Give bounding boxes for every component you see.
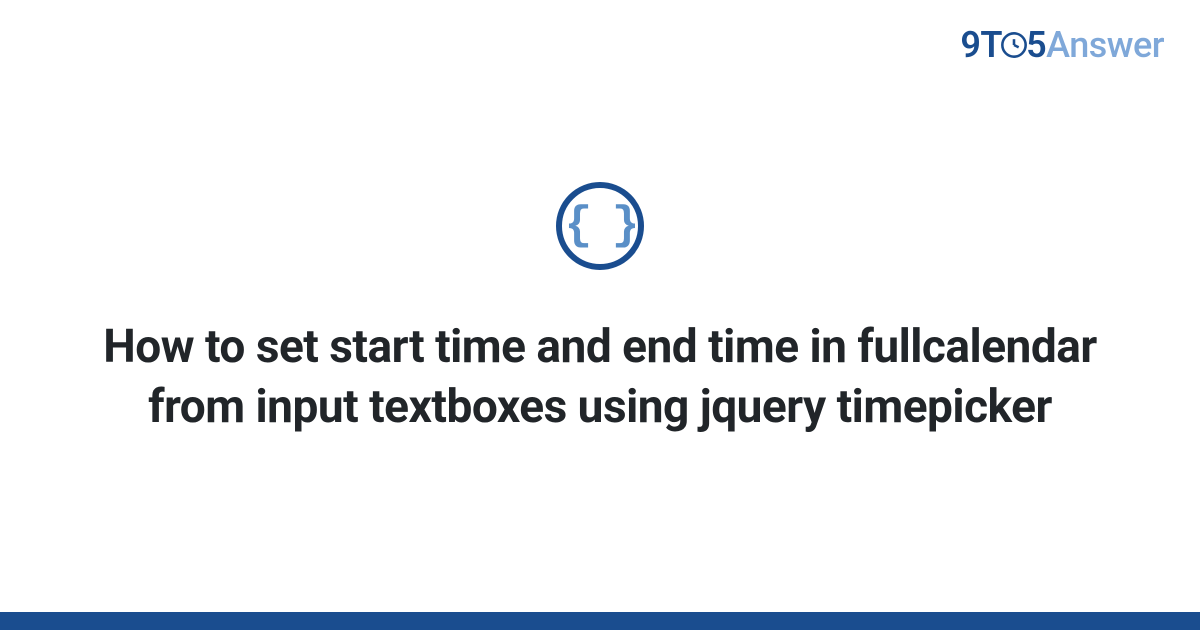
question-title: How to set start time and end time in fu… — [100, 318, 1100, 438]
footer-accent-bar — [0, 612, 1200, 630]
code-braces-icon: { } — [565, 203, 636, 249]
main-content: { } How to set start time and end time i… — [0, 0, 1200, 630]
topic-icon-circle: { } — [556, 182, 644, 270]
